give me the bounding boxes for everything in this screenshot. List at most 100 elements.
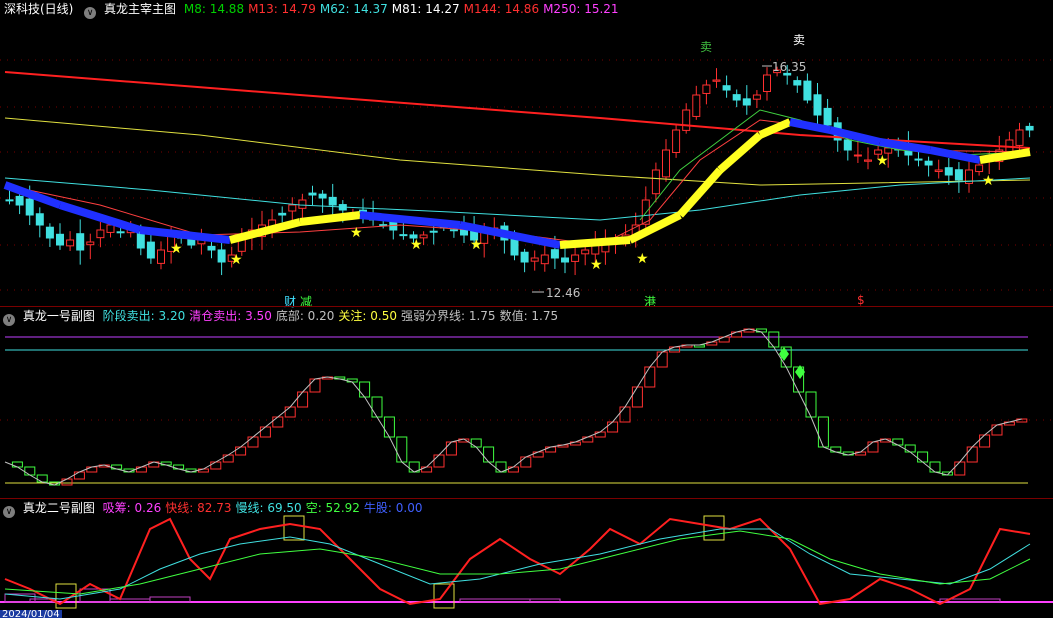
candle-body: [429, 230, 438, 233]
sub2-header: ∨ 真龙二号副图 吸筹: 0.26 快线: 82.73 慢线: 69.50 空: 52…: [0, 499, 1053, 518]
indicator-bar: [210, 461, 222, 470]
candle-body: [742, 98, 751, 106]
empty-line: [4, 530, 1031, 595]
main-indicator-title[interactable]: 真龙主宰主图: [104, 2, 176, 16]
indicator-value: 底部: 0.20: [275, 309, 335, 323]
indicator-bar: [421, 466, 433, 473]
candle-body: [449, 229, 458, 232]
candle-body: [571, 254, 580, 262]
indicator-bar: [433, 454, 445, 468]
sub2-values: 吸筹: 0.26 快线: 82.73 慢线: 69.50 空: 52.92 牛股: 0.…: [103, 501, 427, 515]
star-marker: ★: [230, 252, 243, 268]
trend-band: [717, 131, 763, 174]
indicator-value: 快线: 82.73: [165, 501, 232, 515]
candle-body: [15, 195, 24, 206]
candle-body: [530, 257, 539, 262]
indicator-bar: [135, 466, 147, 473]
candle-body: [379, 224, 388, 227]
candle-body: [298, 199, 307, 209]
indicator-bar: [359, 381, 371, 398]
indicator-bar: [259, 426, 271, 438]
candle-body: [651, 169, 660, 195]
indicator-bar: [470, 438, 482, 448]
indicator-bar: [297, 391, 309, 408]
sub1-title[interactable]: 真龙一号副图: [23, 309, 95, 323]
candle-body: [843, 139, 852, 151]
candle-body: [1015, 129, 1024, 146]
sub2-panel[interactable]: ∨ 真龙二号副图 吸筹: 0.26 快线: 82.73 慢线: 69.50 空: 52…: [0, 499, 1053, 618]
signal-box: [283, 515, 305, 541]
indicator-bar: [817, 416, 829, 448]
indicator-value: 强弱分界线: 1.75: [400, 309, 496, 323]
indicator-bar: [768, 331, 780, 348]
ma250-line: [4, 71, 1031, 149]
sub1-indicator-chart[interactable]: [0, 307, 1053, 498]
indicator-value: 慢线: 69.50: [235, 501, 302, 515]
indicator-value: 关注: 0.50: [338, 309, 397, 323]
main-chart-panel[interactable]: ★ ★ ★ ★ ★ ★ ★ ★ ★ 深科技(日线) ∨ 真龙主宰主图 M8: 14.88 M13:…: [0, 0, 1053, 309]
candle-body: [813, 94, 822, 116]
candle-body: [106, 224, 115, 233]
accum-bar: [529, 598, 561, 603]
indicator-bar: [582, 436, 594, 443]
candle-body: [207, 245, 216, 251]
indicator-bar: [656, 351, 668, 368]
indicator-value: M8: 14.88: [183, 2, 245, 16]
indicator-bar: [396, 436, 408, 463]
signal-box: [433, 583, 455, 609]
indicator-bar: [545, 446, 557, 453]
candle-body: [975, 164, 984, 173]
indicator-bar: [284, 406, 296, 418]
candle-body: [308, 192, 317, 196]
collapse-icon[interactable]: ∨: [3, 506, 15, 518]
candle-body: [5, 199, 14, 202]
sub2-title[interactable]: 真龙二号副图: [23, 501, 95, 515]
collapse-icon[interactable]: ∨: [3, 314, 15, 326]
indicator-bar: [966, 446, 978, 463]
indicator-bar: [991, 424, 1003, 436]
dollar-marker: $: [857, 293, 865, 307]
sell-signal-2: 卖: [793, 33, 806, 47]
indicator-bar: [607, 421, 619, 433]
indicator-bar: [36, 474, 48, 483]
indicator-bar: [594, 431, 606, 438]
indicator-bar: [830, 446, 842, 453]
star-marker: ★: [170, 241, 183, 257]
indicator-bar: [904, 444, 916, 453]
slow-line: [4, 528, 1031, 600]
indicator-bar: [371, 396, 383, 418]
indicator-value: 牛股: 0.00: [363, 501, 423, 515]
candle-body: [1025, 125, 1034, 131]
candle-body: [288, 204, 297, 212]
collapse-icon[interactable]: ∨: [84, 7, 97, 19]
sub1-panel[interactable]: ∨ 真龙一号副图 阶段卖出: 3.20 清仓卖出: 3.50 底部: 0.20 关注:…: [0, 307, 1053, 498]
trend-band: [139, 226, 231, 244]
candle-body: [157, 249, 165, 264]
candle-body: [702, 84, 711, 94]
candle-body: [934, 169, 943, 172]
candle-body: [581, 249, 590, 255]
indicator-bar: [11, 461, 23, 468]
fast-line: [4, 517, 1031, 606]
candle-body: [823, 107, 832, 126]
trend-band: [359, 211, 461, 229]
candle-body: [752, 94, 761, 100]
indicator-bar: [644, 366, 656, 388]
indicator-bar: [532, 451, 544, 458]
indicator-value: M144: 14.86: [463, 2, 540, 16]
indicator-value: M13: 14.79: [248, 2, 316, 16]
star-marker: ★: [410, 237, 423, 253]
indicator-bar: [173, 464, 185, 470]
accum-bar: [459, 598, 531, 603]
date-label: 2024/01/04: [0, 610, 62, 618]
candle-body: [732, 94, 741, 101]
star-marker: ★: [590, 257, 603, 273]
ma-values: M8: 14.88 M13: 14.79 M62: 14.37 M81: 14.27 M…: [184, 2, 623, 16]
candle-body: [540, 254, 549, 265]
indicator-bar: [631, 386, 643, 408]
trend-band: [299, 211, 361, 226]
main-candlestick-chart[interactable]: ★ ★ ★ ★ ★ ★ ★ ★ ★: [0, 0, 1053, 306]
candle-body: [217, 249, 226, 263]
star-marker: ★: [350, 225, 363, 241]
sub1-values: 阶段卖出: 3.20 清仓卖出: 3.50 底部: 0.20 关注: 0.50 强弱分界…: [103, 309, 562, 323]
